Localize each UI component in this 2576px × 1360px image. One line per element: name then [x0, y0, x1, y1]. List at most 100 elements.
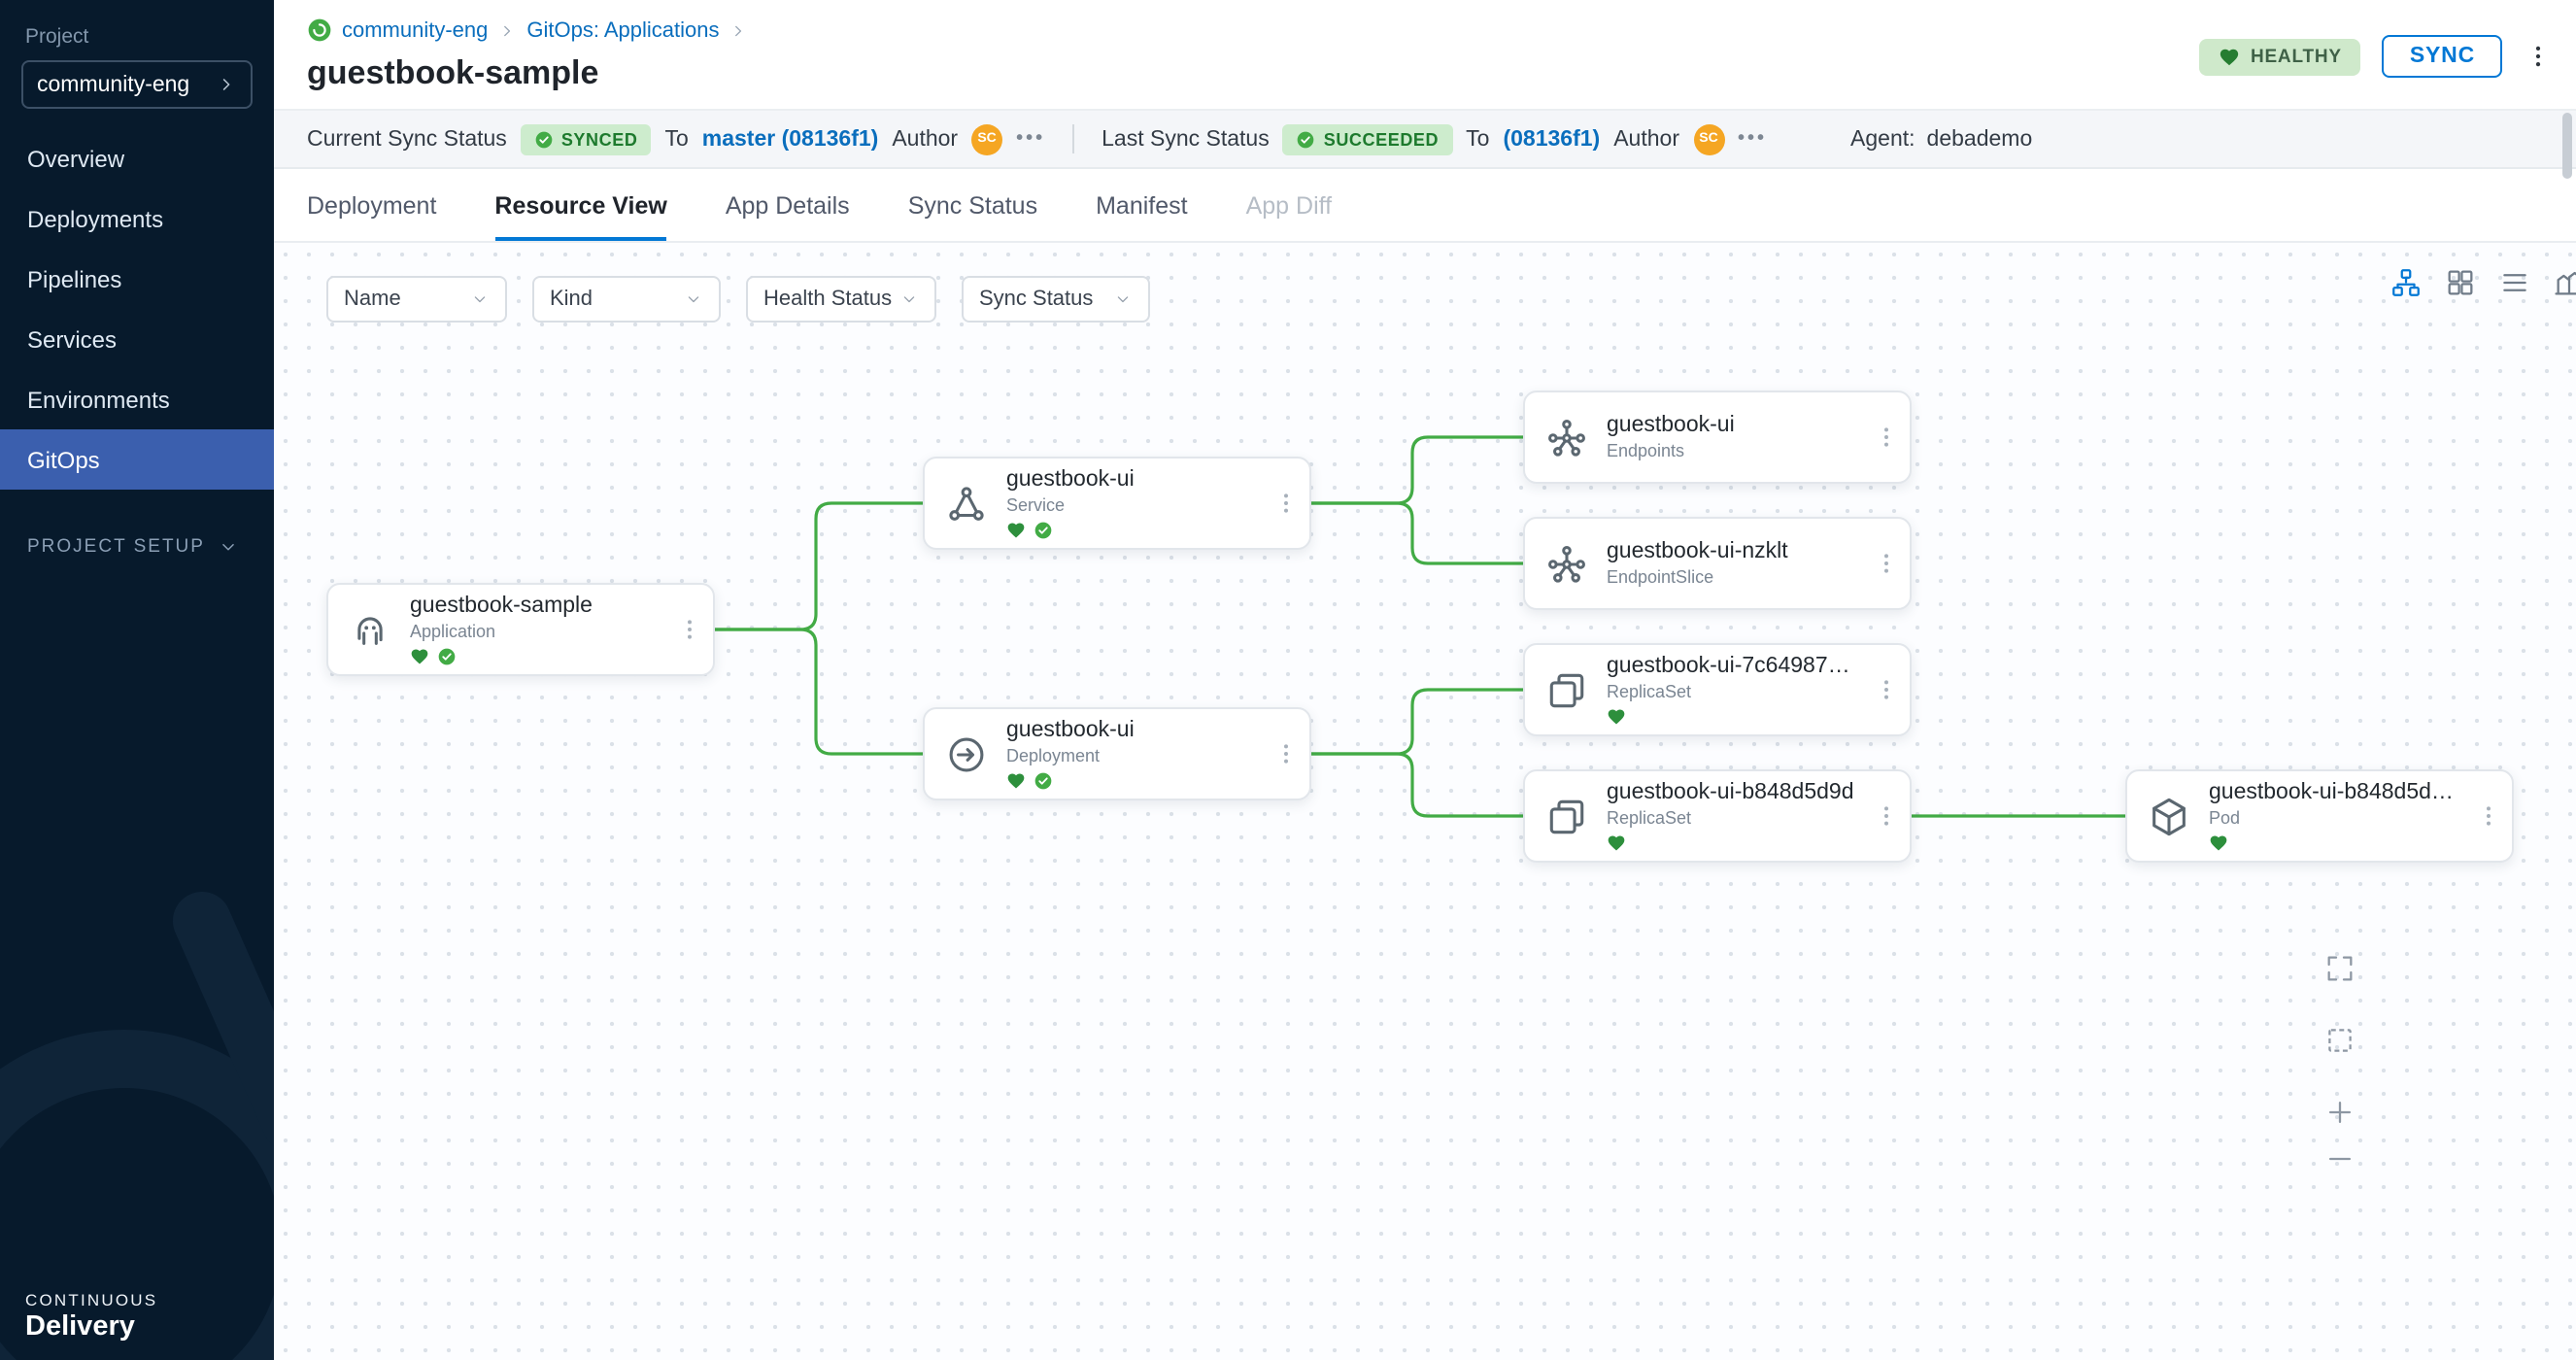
fullscreen-icon: [2322, 951, 2356, 984]
tree-view-button[interactable]: [2390, 266, 2423, 299]
filter-kind[interactable]: Kind: [532, 276, 721, 323]
last-target-revision-link[interactable]: (08136f1): [1503, 127, 1600, 151]
tab-bar: Deployment Resource View App Details Sync S…: [274, 169, 2576, 241]
app-menu-kebab-icon[interactable]: [2524, 41, 2553, 72]
filter-label: Health Status: [763, 288, 892, 311]
node-menu-kebab-icon[interactable]: [1272, 738, 1300, 769]
tab-manifest[interactable]: Manifest: [1096, 169, 1188, 241]
filter-name[interactable]: Name: [326, 276, 507, 323]
scrollbar-thumb[interactable]: [2562, 113, 2572, 179]
chevron-right-icon: [729, 20, 749, 40]
chevron-right-icon: [216, 74, 237, 95]
current-target-revision-link[interactable]: master (08136f1): [702, 127, 879, 151]
edge-deploy-rs2: [1311, 754, 1523, 816]
service-icon: [944, 481, 989, 526]
pod-icon: [2147, 794, 2191, 838]
node-menu-kebab-icon[interactable]: [676, 614, 703, 645]
synced-check-icon: [1034, 520, 1053, 539]
commit-message-ellipsis[interactable]: •••: [1738, 128, 1767, 150]
filter-sync-status[interactable]: Sync Status: [962, 276, 1150, 323]
gitops-agent-icon: [307, 17, 332, 43]
node-menu-kebab-icon[interactable]: [1272, 488, 1300, 519]
resource-node-rs2[interactable]: guestbook-ui-b848d5d9dReplicaSet: [1523, 769, 1912, 863]
breadcrumb-project-link[interactable]: community-eng: [342, 18, 488, 42]
synced-badge: SYNCED: [521, 123, 652, 154]
edge-svc-eps: [1311, 503, 1523, 563]
tree-view-icon: [2390, 266, 2423, 299]
grid-view-button[interactable]: [2444, 266, 2477, 299]
node-menu-kebab-icon[interactable]: [1873, 422, 1900, 453]
synced-check-icon: [1034, 770, 1053, 790]
author-avatar[interactable]: SC: [1693, 123, 1724, 154]
sync-button[interactable]: SYNC: [2383, 35, 2502, 78]
breadcrumb: community-eng GitOps: Applications: [307, 17, 749, 43]
resource-node-eps[interactable]: guestbook-ui-nzkltEndpointSlice: [1523, 517, 1912, 610]
sidebar-item-gitops[interactable]: GitOps: [0, 429, 274, 490]
resource-node-rs1[interactable]: guestbook-ui-7c64987dc9 ReplicaSet: [1523, 643, 1912, 736]
check-circle-icon: [1297, 129, 1316, 149]
application-icon: [348, 607, 392, 652]
chevron-down-icon: [219, 536, 240, 558]
sync-status-bar: Current Sync Status SYNCED To master (08…: [274, 109, 2576, 169]
filter-health-status[interactable]: Health Status: [746, 276, 936, 323]
chevron-right-icon: [497, 20, 517, 40]
sidebar-item-pipelines[interactable]: Pipelines: [0, 249, 274, 309]
resource-name: guestbook-ui-7c64987dc9: [1607, 654, 1855, 679]
resource-name: guestbook-ui-b848d5d9...: [2209, 780, 2457, 805]
author-avatar[interactable]: SC: [971, 123, 1002, 154]
fullscreen-button[interactable]: [2318, 946, 2360, 989]
resource-kind: Deployment: [1006, 746, 1255, 765]
node-menu-kebab-icon[interactable]: [2475, 800, 2502, 832]
sidebar-item-environments[interactable]: Environments: [0, 369, 274, 429]
group-view-button[interactable]: [2553, 266, 2576, 299]
healthy-heart-icon: [1607, 706, 1626, 726]
healthy-heart-icon: [1006, 770, 1026, 790]
resource-node-app[interactable]: guestbook-sampleApplication: [326, 583, 715, 676]
tab-app-details[interactable]: App Details: [726, 169, 850, 241]
chevron-down-icon: [470, 289, 490, 309]
project-setup-toggle[interactable]: PROJECT SETUP: [27, 536, 247, 558]
chevron-down-icon: [899, 289, 919, 309]
sidebar-item-deployments[interactable]: Deployments: [0, 188, 274, 249]
tab-sync-status[interactable]: Sync Status: [908, 169, 1037, 241]
tab-app-diff[interactable]: App Diff: [1246, 169, 1333, 241]
node-menu-kebab-icon[interactable]: [1873, 800, 1900, 832]
resource-node-svc[interactable]: guestbook-uiService: [923, 457, 1311, 550]
resource-kind: ReplicaSet: [1607, 682, 1855, 701]
tab-resource-view[interactable]: Resource View: [494, 169, 666, 241]
sidebar-item-overview[interactable]: Overview: [0, 128, 274, 188]
zoom-out-button[interactable]: [2318, 1137, 2360, 1179]
sidebar-nav: OverviewDeploymentsPipelinesServicesEnvi…: [0, 128, 274, 490]
view-toolbar: [2390, 266, 2576, 299]
resource-kind: ReplicaSet: [1607, 808, 1855, 828]
resource-name: guestbook-ui: [1006, 467, 1255, 493]
sidebar-item-services[interactable]: Services: [0, 309, 274, 369]
list-view-icon: [2498, 266, 2531, 299]
commit-message-ellipsis[interactable]: •••: [1016, 128, 1045, 150]
zoom-in-button[interactable]: [2318, 1090, 2360, 1133]
breadcrumb-applications-link[interactable]: GitOps: Applications: [526, 18, 719, 42]
health-badge-label: HEALTHY: [2251, 46, 2342, 67]
project-setup-label: PROJECT SETUP: [27, 536, 205, 558]
app-window: Project community-eng OverviewDeployment…: [0, 0, 2576, 1360]
resource-node-deploy[interactable]: guestbook-uiDeployment: [923, 707, 1311, 800]
brand-line1: CONTINUOUS: [25, 1290, 157, 1309]
fit-selection-button[interactable]: [2318, 1018, 2360, 1061]
deployment-icon: [944, 731, 989, 776]
healthy-heart-icon: [1006, 520, 1026, 539]
node-menu-kebab-icon[interactable]: [1873, 548, 1900, 579]
node-menu-kebab-icon[interactable]: [1873, 674, 1900, 705]
page-header-left: community-eng GitOps: Applications guest…: [307, 17, 749, 109]
list-view-button[interactable]: [2498, 266, 2531, 299]
brand-line2: Delivery: [25, 1311, 157, 1343]
succeeded-badge: SUCCEEDED: [1283, 123, 1452, 154]
resource-kind: Application: [410, 622, 659, 641]
resource-node-pod[interactable]: guestbook-ui-b848d5d9...Pod: [2125, 769, 2514, 863]
fit-selection-icon: [2322, 1023, 2356, 1056]
resource-tree-canvas: guestbook-sampleApplicationguestbook-uiS…: [274, 241, 2576, 1360]
synced-check-icon: [437, 646, 457, 665]
project-label: Project: [25, 25, 274, 49]
tab-deployment[interactable]: Deployment: [307, 169, 436, 241]
project-selector[interactable]: community-eng: [21, 60, 253, 109]
resource-node-ep[interactable]: guestbook-uiEndpoints: [1523, 391, 1912, 484]
